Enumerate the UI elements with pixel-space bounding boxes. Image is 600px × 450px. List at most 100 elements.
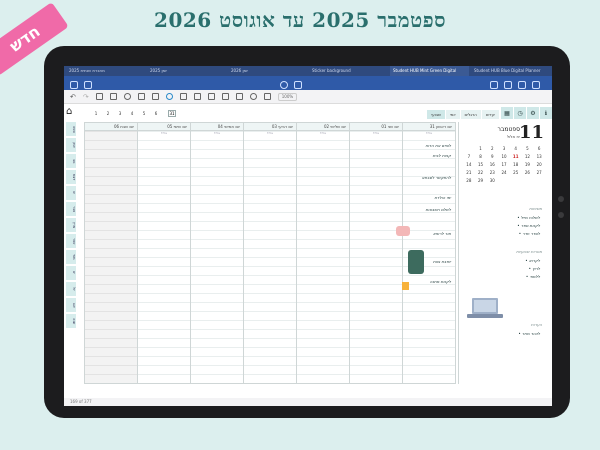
zoom-level[interactable]: 100% [277,92,298,101]
calendar-day[interactable]: 7 [463,154,475,159]
pen-mode-icon[interactable] [280,80,288,89]
calendar-day[interactable]: 14 [463,162,475,167]
day-column[interactable]: יום שלישי 02 אלול [296,123,349,383]
clock-icon[interactable]: ◷ [514,107,526,119]
camera-tool-icon[interactable] [207,93,215,100]
month-tab[interactable]: מרץ [66,218,76,232]
search-icon[interactable] [504,80,512,89]
handwritten-note: קניות לבית [432,153,451,158]
calendar-day[interactable]: 17 [498,162,510,167]
add-page-icon[interactable] [490,80,498,89]
week-number[interactable]: 5 [138,111,150,116]
hand-tool-icon[interactable] [249,93,257,100]
month-tab[interactable]: יונ [66,266,76,280]
share-icon[interactable] [518,80,526,89]
pencil-tool-icon[interactable] [109,93,117,100]
shape-tool-icon[interactable] [165,93,173,100]
undo-icon[interactable]: ↶ [70,93,76,101]
month-tab[interactable]: פבר [66,202,76,216]
document-tab[interactable]: Sticker background [309,66,388,76]
document-tab[interactable]: Student HUB Mint Green Digital [390,66,469,76]
calendar-day[interactable]: 9 [486,154,498,159]
eraser-tool-icon[interactable] [123,93,131,100]
calendar-day[interactable]: 18 [510,162,522,167]
day-column[interactable]: יום רביעי 03 אלול [243,123,296,383]
section-title: מטרות שבועיות [516,249,542,254]
sidebar-icon[interactable] [70,80,78,89]
redo-icon[interactable]: ↷ [83,93,89,101]
lasso-tool-icon[interactable] [151,93,159,100]
day-column[interactable]: יום שבת 06 [85,123,137,383]
week-number[interactable]: 2 [102,111,114,116]
grid-icon[interactable] [84,80,92,89]
shape-rect-icon[interactable] [263,93,271,100]
calendar-day[interactable]: 24 [498,170,510,175]
month-tab[interactable]: אפר [66,234,76,248]
more-icon[interactable] [532,80,540,89]
image-tool-icon[interactable] [193,93,201,100]
calendar-day[interactable]: 28 [463,178,475,183]
category-tab[interactable]: שבועי [427,110,446,119]
calendar-day[interactable]: 27 [533,170,545,175]
calendar-day[interactable]: 25 [510,170,522,175]
month-tab[interactable]: יול [66,282,76,296]
calendar-day[interactable]: 29 [475,178,487,183]
month-day-box[interactable]: 31 [168,109,176,117]
week-number[interactable]: 6 [150,111,162,116]
calendar-day[interactable]: 12 [522,154,534,159]
document-tab[interactable]: יומן 2025 [147,66,226,76]
highlighter-tool-icon[interactable] [137,93,145,100]
calendar-day[interactable]: 19 [522,162,534,167]
calendar-day[interactable] [463,146,475,151]
mic-icon[interactable] [294,80,302,89]
calendar-day[interactable]: 4 [510,146,522,151]
month-tab[interactable]: שנה [66,314,76,328]
pen-tool-icon[interactable] [95,93,103,100]
laser-tool-icon[interactable] [235,93,243,100]
month-tab[interactable]: מאי [66,250,76,264]
note-sticker-icon[interactable] [402,282,409,290]
month-tab[interactable]: דצמ [66,170,76,184]
week-grid: יום שבת 06 יום שישי 05 אלול יום חמישי 04 אלו… [84,122,456,384]
month-tab[interactable]: אוק [66,138,76,152]
month-tab[interactable]: אוג [66,298,76,312]
calendar-day[interactable]: 2 [486,146,498,151]
calendar-day[interactable]: 23 [486,170,498,175]
settings-icon[interactable]: ⚙ [527,107,539,119]
category-tab[interactable]: יומי [445,110,461,119]
week-number[interactable]: 3 [114,111,126,116]
text-tool-icon[interactable] [221,93,229,100]
sticker-tool-icon[interactable] [179,93,187,100]
home-icon[interactable]: ⌂ [66,106,72,117]
calendar-day[interactable]: 26 [522,170,534,175]
month-tab[interactable]: נוב [66,154,76,168]
calendar-day[interactable]: 21 [463,170,475,175]
week-number[interactable]: 1 [90,111,102,116]
month-tab[interactable]: ספט [66,122,76,136]
calendar-day[interactable]: 13 [533,154,545,159]
month-tab[interactable]: ינו [66,186,76,200]
calendar-icon[interactable]: ▦ [501,107,513,119]
calendar-day[interactable]: 15 [475,162,487,167]
calendar-day[interactable]: 20 [533,162,545,167]
week-number[interactable]: 4 [126,111,138,116]
calendar-day[interactable]: 8 [475,154,487,159]
cake-sticker-icon[interactable] [396,226,410,236]
calendar-day[interactable]: 16 [486,162,498,167]
day-column[interactable]: יום שישי 05 אלול [137,123,190,383]
category-tab[interactable]: הרגלים [460,110,482,119]
calendar-day[interactable]: 3 [498,146,510,151]
category-tab[interactable]: יעדים [481,110,500,119]
calendar-day[interactable]: 1 [475,146,487,151]
info-icon[interactable]: ℹ [540,107,552,119]
calendar-day[interactable]: 6 [533,146,545,151]
laptop-sticker-icon[interactable] [467,297,503,319]
phone-sticker-icon[interactable] [408,250,424,274]
calendar-day[interactable]: 22 [475,170,487,175]
day-column[interactable]: יום חמישי 04 אלול [190,123,243,383]
calendar-day[interactable]: 30 [486,178,498,183]
calendar-day[interactable]: 10 [498,154,510,159]
day-column[interactable]: יום שני 01 אלול [349,123,402,383]
calendar-day[interactable]: 5 [522,146,534,151]
calendar-day[interactable]: 11 [510,154,522,159]
